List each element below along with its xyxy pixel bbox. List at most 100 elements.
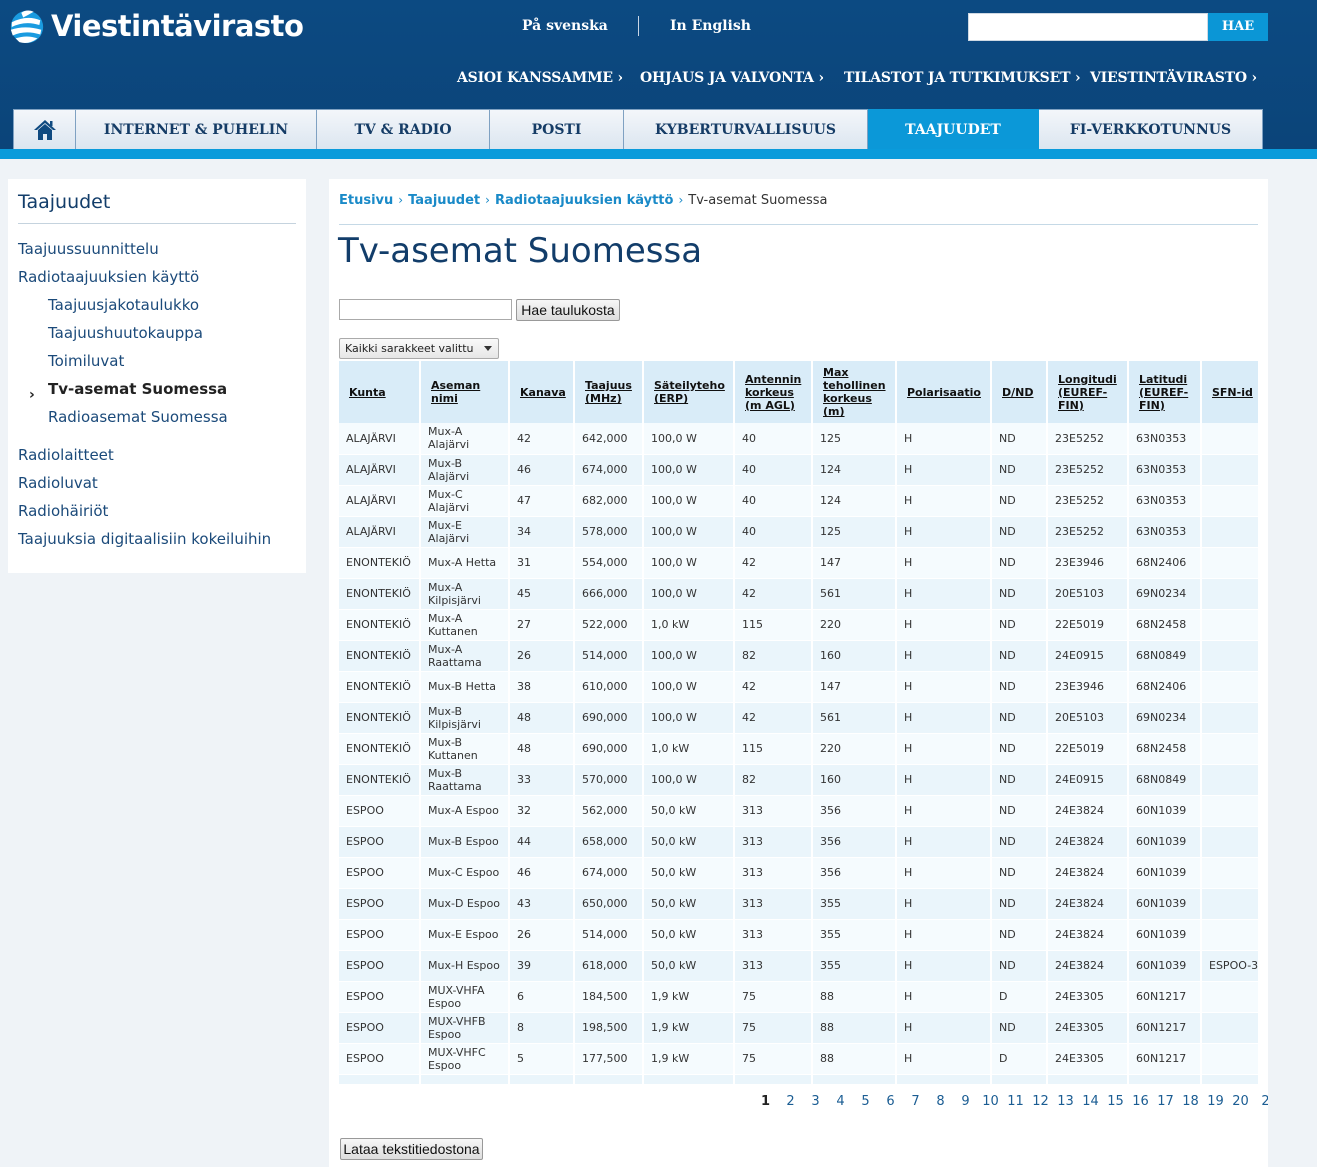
lang-swedish-link[interactable]: På svenska (522, 18, 608, 34)
topnav-viestintavirasto[interactable]: VIESTINTÄVIRASTO › (1090, 70, 1257, 86)
tab-taajuudet[interactable]: TAAJUUDET (868, 109, 1039, 149)
page-link[interactable]: 6 (878, 1094, 903, 1109)
page-link[interactable]: 4 (828, 1094, 853, 1109)
page-link[interactable]: 2 (778, 1094, 803, 1109)
cell-kunta: ENONTEKIÖ (339, 671, 421, 703)
page-link[interactable]: 2 (1253, 1094, 1268, 1109)
column-select-dropdown[interactable]: Kaikki sarakkeet valittu (339, 338, 499, 359)
column-header-longitudi[interactable]: Longitudi (EUREF-FIN) (1047, 361, 1129, 423)
page-link[interactable]: 15 (1103, 1094, 1128, 1109)
column-header-kunta[interactable]: Kunta (339, 361, 421, 423)
cell-empty (734, 1074, 813, 1084)
cell-d-nd: ND (991, 671, 1048, 703)
cell-polarisaatio: H (896, 764, 992, 796)
table-row: ESPOO Mux-D Espoo 43 650,000 50,0 kW 313 355 H N… (339, 888, 1258, 920)
sidebar-item-radiolaitteet[interactable]: Radiolaitteet (18, 446, 114, 464)
breadcrumb-etusivu[interactable]: Etusivu (339, 193, 393, 208)
tab-internet-puhelin[interactable]: INTERNET & PUHELIN (76, 109, 317, 149)
page-link[interactable]: 8 (928, 1094, 953, 1109)
cell-antennin-korkeus: 75 (734, 1043, 813, 1075)
cell-max-tehollinen-korkeus: 124 (812, 485, 897, 517)
stations-table-container[interactable]: Kunta Aseman nimi Kanava Taajuus (MHz) Sätei… (339, 361, 1258, 1084)
table-row: ENONTEKIÖ Mux-A Kuttanen 27 522,000 1,0 kW 11… (339, 609, 1258, 641)
table-row: ESPOO MUX-VHFA Espoo 6 184,500 1,9 kW 75 88 H D 2… (339, 981, 1258, 1013)
page-link[interactable]: 19 (1203, 1094, 1228, 1109)
page-link[interactable]: 20 (1228, 1094, 1253, 1109)
page-link[interactable]: 11 (1003, 1094, 1028, 1109)
page-link[interactable]: 5 (853, 1094, 878, 1109)
logo[interactable]: Viestintävirasto (8, 6, 304, 46)
cell-d-nd: ND (991, 702, 1048, 734)
tab-home[interactable] (13, 109, 76, 149)
cell-polarisaatio: H (896, 733, 992, 765)
sidebar-item-taajuuksia-digitaalisiin-kokeiluihin[interactable]: Taajuuksia digitaalisiin kokeiluihin (18, 530, 271, 548)
cell-taajuus: 674,000 (574, 454, 644, 486)
column-header-polarisaatio[interactable]: Polarisaatio (896, 361, 992, 423)
cell-sateilyteho: 100,0 W (643, 702, 735, 734)
page-link[interactable]: 7 (903, 1094, 928, 1109)
page-link[interactable]: 16 (1128, 1094, 1153, 1109)
breadcrumb-separator: › (398, 193, 404, 207)
site-search-input[interactable] (968, 13, 1208, 41)
column-header-taajuus[interactable]: Taajuus (MHz) (574, 361, 644, 423)
page-link[interactable]: 3 (803, 1094, 828, 1109)
column-header-sfn-id[interactable]: SFN-id (1201, 361, 1258, 423)
page-link[interactable]: 18 (1178, 1094, 1203, 1109)
column-header-max-tehollinen-korkeus[interactable]: Max tehollinen korkeus (m) (812, 361, 897, 423)
column-header-d-nd[interactable]: D/ND (991, 361, 1048, 423)
cell-longitudi: 24E3824 (1047, 950, 1129, 982)
site-search-button[interactable]: HAE (1208, 13, 1268, 41)
cell-polarisaatio: H (896, 671, 992, 703)
topnav-asioi-kanssamme[interactable]: ASIOI KANSSAMME › (457, 70, 623, 86)
tab-posti[interactable]: POSTI (490, 109, 624, 149)
cell-kunta: ENONTEKIÖ (339, 547, 421, 579)
sidebar-item-radioasemat-suomessa[interactable]: Radioasemat Suomessa (48, 408, 228, 426)
download-text-file-button[interactable]: Lataa tekstitiedostona (340, 1138, 483, 1160)
column-header-latitudi[interactable]: Latitudi (EUREF-FIN) (1128, 361, 1202, 423)
topnav-ohjaus-ja-valvonta[interactable]: OHJAUS JA VALVONTA › (640, 70, 824, 86)
table-search-button[interactable]: Hae taulukosta (516, 299, 620, 321)
page-link[interactable]: 1 (753, 1094, 778, 1109)
cell-latitudi: 60N1039 (1128, 919, 1202, 951)
page-link[interactable]: 13 (1053, 1094, 1078, 1109)
topnav-tilastot-ja-tutkimukset[interactable]: TILASTOT JA TUTKIMUKSET › (844, 70, 1081, 86)
column-header-kanava[interactable]: Kanava (509, 361, 575, 423)
tab-tv-radio[interactable]: TV & RADIO (317, 109, 490, 149)
cell-sateilyteho: 100,0 W (643, 640, 735, 672)
tab-kyberturvallisuus[interactable]: KYBERTURVALLISUUS (624, 109, 868, 149)
lang-english-link[interactable]: In English (670, 18, 751, 34)
page-link[interactable]: 14 (1078, 1094, 1103, 1109)
page-link[interactable]: 12 (1028, 1094, 1053, 1109)
cell-max-tehollinen-korkeus: 124 (812, 454, 897, 486)
column-header-antennin-korkeus[interactable]: Antennin korkeus (m AGL) (734, 361, 813, 423)
cell-kanava: 48 (509, 733, 575, 765)
cell-kanava: 38 (509, 671, 575, 703)
cell-sfn-id (1201, 795, 1258, 827)
cell-sfn-id (1201, 857, 1258, 889)
cell-max-tehollinen-korkeus: 147 (812, 671, 897, 703)
sidebar-item-toimiluvat[interactable]: Toimiluvat (48, 352, 124, 370)
cell-kanava: 6 (509, 981, 575, 1013)
table-search-input[interactable] (339, 299, 512, 320)
tab-fi-verkkotunnus[interactable]: FI-VERKKOTUNNUS (1039, 109, 1263, 149)
column-header-sateilyteho[interactable]: Säteilyteho (ERP) (643, 361, 735, 423)
page-link[interactable]: 10 (978, 1094, 1003, 1109)
sidebar-item-radioluvat[interactable]: Radioluvat (18, 474, 98, 492)
accent-bar (0, 149, 1317, 159)
sidebar-item-taajuusjakotaulukko[interactable]: Taajuusjakotaulukko (48, 296, 199, 314)
cell-polarisaatio: H (896, 1043, 992, 1075)
sidebar-item-radiohairiot[interactable]: Radiohäiriöt (18, 502, 108, 520)
column-header-aseman-nimi[interactable]: Aseman nimi (420, 361, 510, 423)
cell-kanava: 39 (509, 950, 575, 982)
chevron-down-icon (484, 346, 492, 351)
page-link[interactable]: 9 (953, 1094, 978, 1109)
page-link[interactable]: 17 (1153, 1094, 1178, 1109)
cell-sateilyteho: 50,0 kW (643, 795, 735, 827)
breadcrumb-radiotaajuuksien-kaytto[interactable]: Radiotaajuuksien käyttö (495, 193, 674, 208)
sidebar-item-taajuushuutokauppa[interactable]: Taajuushuutokauppa (48, 324, 203, 342)
cell-max-tehollinen-korkeus: 88 (812, 981, 897, 1013)
sidebar-item-radiotaajuuksien-kaytto[interactable]: Radiotaajuuksien käyttö (18, 268, 199, 286)
sidebar-item-tv-asemat-suomessa[interactable]: Tv-asemat Suomessa (48, 380, 227, 398)
sidebar-item-taajuussuunnittelu[interactable]: Taajuussuunnittelu (18, 240, 159, 258)
breadcrumb-taajuudet[interactable]: Taajuudet (408, 193, 480, 208)
